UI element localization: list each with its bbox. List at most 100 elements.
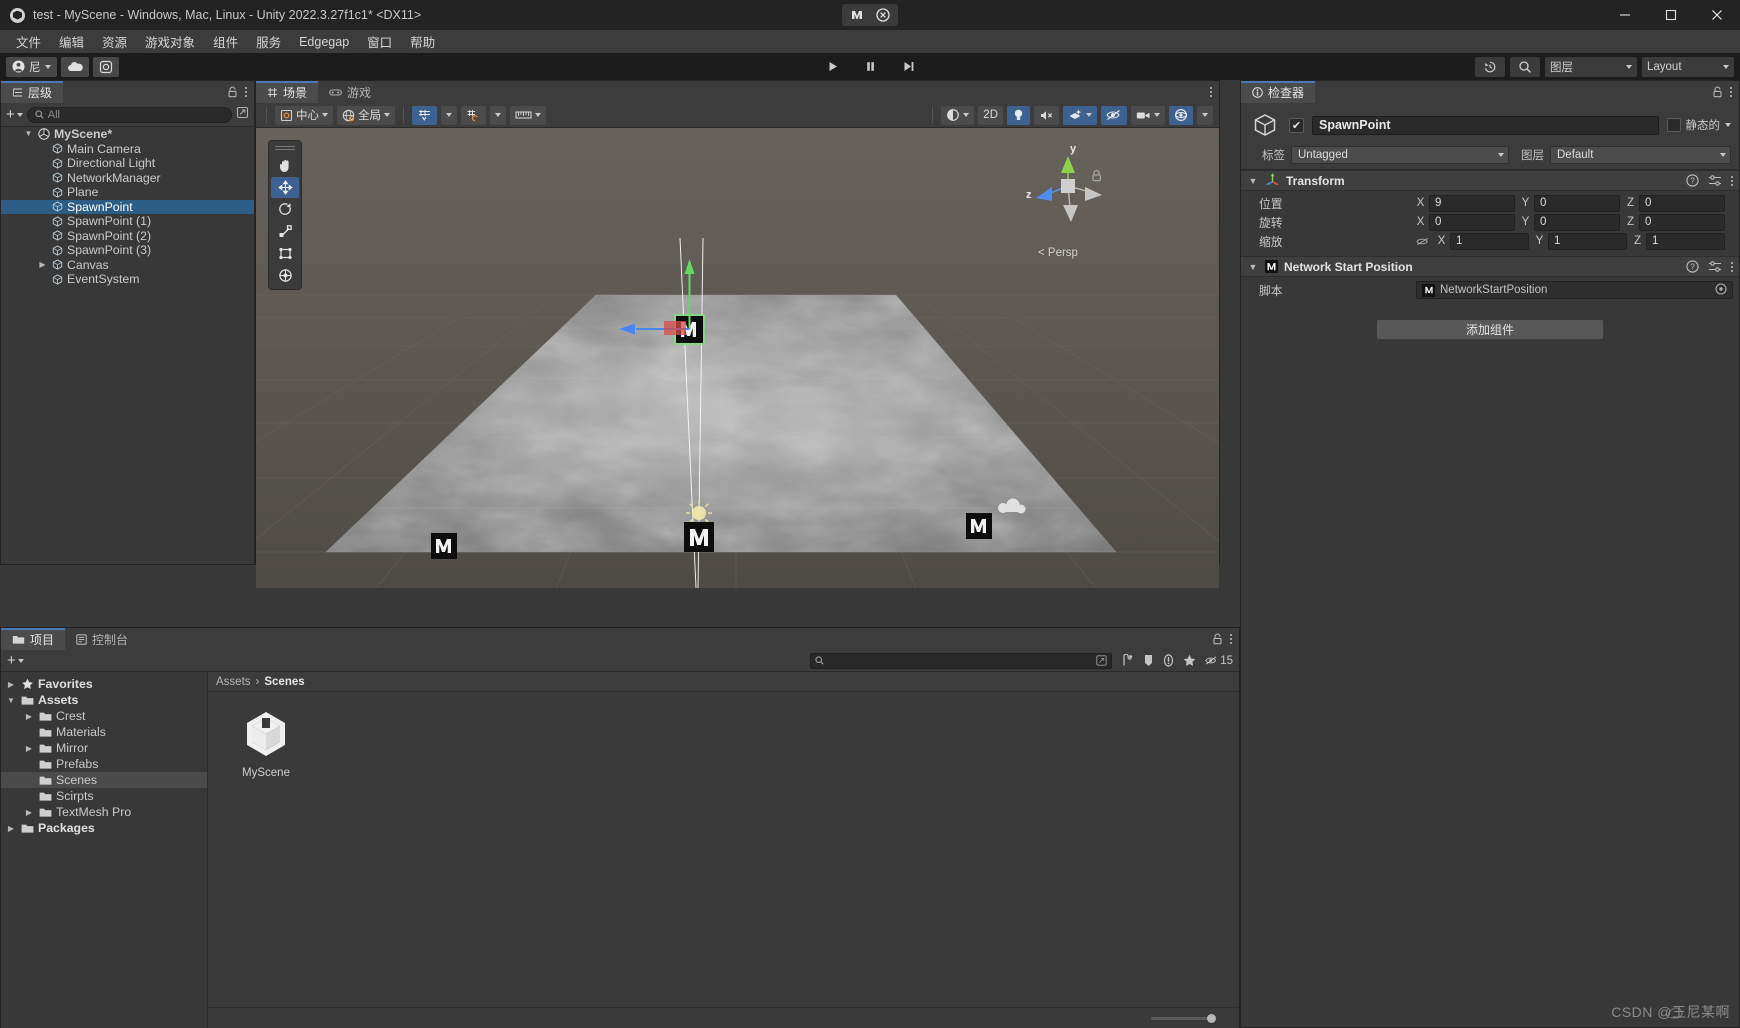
static-toggle[interactable]: 静态的 (1666, 117, 1731, 133)
snap-increment-dropdown[interactable] (490, 105, 506, 125)
mirror-badge-icon[interactable] (844, 5, 870, 25)
menu-edit[interactable]: 编辑 (51, 30, 92, 53)
move-tool-button[interactable] (271, 177, 299, 198)
component-header-network-start-position[interactable]: ▼ Network Start Position ? (1241, 256, 1739, 277)
component-actions-network[interactable]: ? (1686, 260, 1733, 273)
breadcrumb[interactable]: Assets › Scenes (208, 672, 1239, 692)
hierarchy-item-spawnpoint-1[interactable]: SpawnPoint (1) (1, 214, 254, 229)
transform-field-y[interactable]: 0 (1534, 213, 1620, 231)
add-component-button[interactable]: 添加组件 (1376, 319, 1604, 340)
project-tree-item-mirror[interactable]: ▶ Mirror (1, 740, 207, 756)
gizmos-button[interactable] (1169, 105, 1193, 125)
project-tree-item-assets[interactable]: ▼ Assets (1, 692, 207, 708)
breadcrumb-scenes[interactable]: Scenes (264, 676, 304, 688)
twisty-icon[interactable]: ▶ (5, 680, 17, 689)
scene-tools-overlay[interactable] (268, 140, 302, 290)
menu-services[interactable]: 服务 (248, 30, 289, 53)
menu-file[interactable]: 文件 (8, 30, 49, 53)
transform-field-x[interactable]: 9 (1429, 194, 1515, 212)
zoom-slider-knob[interactable] (1207, 1014, 1216, 1023)
twisty-icon[interactable]: ▶ (5, 824, 17, 833)
tab-inspector[interactable]: 检查器 (1241, 81, 1316, 103)
search-expand-icon[interactable] (1096, 655, 1107, 666)
lighting-toggle-button[interactable] (1007, 105, 1030, 125)
tab-console[interactable]: 控制台 (65, 628, 139, 650)
gameobject-name-input[interactable]: SpawnPoint (1312, 115, 1659, 135)
filter-type-icon[interactable] (1121, 654, 1134, 667)
project-tree-item-favorites[interactable]: ▶ Favorites (1, 676, 207, 692)
component-header-transform[interactable]: ▼ Transform ? (1241, 170, 1739, 191)
add-gameobject-button[interactable]: + (6, 107, 23, 122)
tab-hierarchy[interactable]: 层级 (1, 81, 64, 103)
cloud-button[interactable] (60, 56, 89, 77)
object-picker-icon[interactable] (1715, 282, 1727, 298)
collapse-triangle-icon[interactable]: ▼ (1247, 176, 1259, 186)
tab-game[interactable]: 游戏 (318, 81, 382, 103)
project-search-input[interactable] (810, 652, 1113, 669)
menu-gameobject[interactable]: 游戏对象 (137, 30, 203, 53)
menu-component[interactable]: 组件 (205, 30, 246, 53)
history-icon[interactable] (1475, 56, 1505, 77)
tab-project[interactable]: 项目 (1, 628, 66, 650)
search-icon[interactable] (1510, 56, 1540, 77)
rect-tool-button[interactable] (271, 243, 299, 264)
project-tree[interactable]: ▶ Favorites ▼ Assets ▶ Crest Materials ▶ Mirror P… (1, 672, 208, 1028)
inspector-tab-actions[interactable] (1712, 81, 1735, 103)
step-button[interactable] (895, 57, 921, 77)
close-button[interactable] (1694, 0, 1740, 30)
static-checkbox[interactable] (1666, 118, 1681, 132)
component-actions-transform[interactable]: ? (1686, 174, 1733, 187)
playback-controls[interactable] (819, 57, 921, 77)
component-menu-icon[interactable] (1731, 261, 1733, 272)
project-tree-item-textmesh-pro[interactable]: ▶ TextMesh Pro (1, 804, 207, 820)
gizmos-dropdown[interactable] (1197, 105, 1213, 125)
project-menu-icon[interactable] (1230, 634, 1232, 644)
hierarchy-item-eventsystem[interactable]: EventSystem (1, 272, 254, 287)
asset-item[interactable]: MyScene (228, 706, 304, 779)
grid-snap-dropdown[interactable] (441, 105, 457, 125)
twisty-icon[interactable]: ▶ (23, 808, 35, 817)
tag-dropdown[interactable]: Untagged (1291, 146, 1509, 164)
hierarchy-search-expand-icon[interactable] (236, 106, 249, 124)
filter-label-icon[interactable] (1143, 654, 1154, 667)
preset-icon[interactable] (1708, 260, 1722, 273)
minimize-button[interactable] (1602, 0, 1648, 30)
favorite-star-icon[interactable] (1183, 654, 1196, 667)
hierarchy-tab-actions[interactable] (227, 81, 250, 103)
menu-assets[interactable]: 资源 (94, 30, 135, 53)
preset-icon[interactable] (1708, 174, 1722, 187)
scene-canvas[interactable]: y z < Persp (256, 128, 1219, 588)
scene-camera-button[interactable] (1131, 105, 1165, 125)
twisty-icon[interactable]: ▶ (23, 712, 35, 721)
hand-tool-button[interactable] (271, 155, 299, 176)
tools-drag-handle[interactable] (275, 146, 295, 150)
layer-dropdown[interactable]: Default (1550, 146, 1731, 164)
transform-field-y[interactable]: 0 (1534, 194, 1620, 212)
project-content[interactable]: Assets › Scenes MyScene (208, 672, 1239, 1028)
scene-tab-actions[interactable] (1210, 81, 1215, 103)
2d-toggle-button[interactable]: 2D (978, 105, 1003, 125)
grid-snap-button[interactable] (412, 105, 437, 125)
twisty-icon[interactable]: ▼ (23, 127, 34, 142)
zoom-slider[interactable] (1151, 1014, 1216, 1023)
project-tab-actions[interactable] (1212, 628, 1235, 650)
warning-icon[interactable] (1163, 654, 1174, 667)
transform-tool-button[interactable] (271, 265, 299, 286)
effects-toggle-button[interactable] (1063, 105, 1097, 125)
lock-icon[interactable] (1212, 633, 1223, 645)
inspector-menu-icon[interactable] (1730, 87, 1732, 97)
menu-window[interactable]: 窗口 (359, 30, 400, 53)
account-button[interactable]: 尼 (6, 56, 57, 77)
component-menu-icon[interactable] (1731, 175, 1733, 186)
menu-help[interactable]: 帮助 (402, 30, 443, 53)
script-object-field[interactable]: NetworkStartPosition (1416, 281, 1733, 299)
lock-icon[interactable] (1712, 86, 1723, 98)
asset-grid[interactable]: MyScene (208, 692, 1239, 779)
hierarchy-search-input[interactable]: All (26, 106, 232, 123)
transform-field-x[interactable]: 0 (1429, 213, 1515, 231)
hierarchy-list[interactable]: ▼ MyScene* Main Camera Directional Light Net… (1, 127, 254, 287)
scene-visibility-button[interactable] (1101, 105, 1127, 125)
project-tree-item-materials[interactable]: Materials (1, 724, 207, 740)
window-controls[interactable] (1602, 0, 1740, 30)
layers-dropdown[interactable]: 图层 (1545, 56, 1637, 77)
